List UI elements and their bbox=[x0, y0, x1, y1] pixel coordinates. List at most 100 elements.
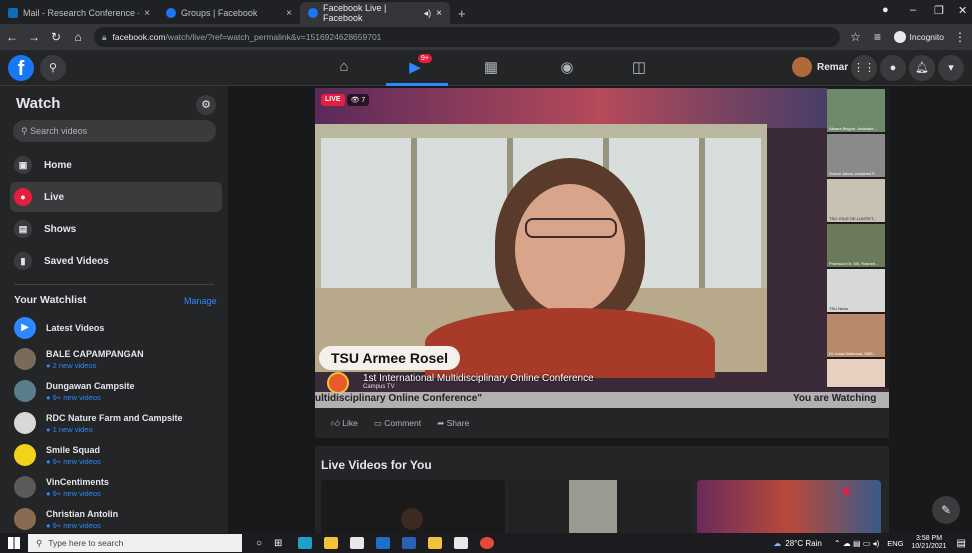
comment-button[interactable]: ▭ Comment bbox=[374, 418, 421, 429]
profile-chip[interactable]: Remar bbox=[792, 57, 848, 77]
teams-icon[interactable] bbox=[454, 537, 469, 549]
search-videos-input[interactable]: ⚲ Search videos bbox=[13, 120, 216, 142]
language-indicator[interactable]: ENG bbox=[887, 539, 903, 548]
close-icon[interactable]: × bbox=[286, 8, 292, 19]
notification-center-icon[interactable]: ▤ bbox=[957, 538, 966, 549]
close-icon[interactable]: × bbox=[144, 8, 150, 19]
watchlist-name: Latest Videos bbox=[46, 323, 105, 333]
home-nav-icon[interactable]: ⌂ bbox=[333, 58, 355, 78]
participant-tile: Afsana Begum, Assistant... bbox=[827, 89, 885, 132]
watchlist-item[interactable]: Dungawan Campsite ● 9+ new videos bbox=[14, 380, 135, 402]
speaker-body bbox=[425, 308, 715, 378]
watchlist-sub: ● 9+ new videos bbox=[46, 456, 101, 466]
speaker-face bbox=[515, 184, 625, 314]
marketplace-icon[interactable]: ▦ bbox=[480, 58, 502, 78]
participant-name: Afsana Begum, Assistant... bbox=[829, 126, 877, 131]
close-icon[interactable]: × bbox=[436, 8, 442, 19]
ticker-text-left: ultidisciplinary Online Conference" bbox=[315, 393, 482, 404]
watchlist-item[interactable]: BALE CAPAMPANGAN ● 2 new videos bbox=[14, 348, 144, 370]
live-video-thumbnail[interactable] bbox=[509, 480, 693, 533]
chrome-icon[interactable] bbox=[480, 537, 495, 549]
menu-grid-icon[interactable]: ⋮⋮ bbox=[851, 55, 877, 81]
account-dropdown-icon[interactable]: ▾ bbox=[938, 55, 964, 81]
close-window-icon[interactable]: ✕ bbox=[958, 4, 967, 17]
windows-start-icon[interactable] bbox=[8, 537, 20, 549]
incognito-indicator[interactable]: Incognito bbox=[893, 31, 944, 43]
live-video-player[interactable]: Afsana Begum, Assistant... Nusrat Jahan,… bbox=[315, 88, 889, 408]
reading-list-icon[interactable]: ≡ bbox=[872, 30, 884, 44]
sidebar-item-label: Shows bbox=[44, 223, 77, 235]
compose-icon: ✎ bbox=[940, 503, 952, 517]
minimize-icon[interactable]: – bbox=[910, 4, 916, 16]
share-button[interactable]: ➦ Share bbox=[437, 418, 469, 429]
live-videos-section: Live Videos for You bbox=[315, 446, 889, 533]
live-video-thumbnail[interactable] bbox=[697, 480, 881, 533]
watchlist-item[interactable]: Christian Antolin ● 9+ new videos bbox=[14, 508, 118, 530]
tray-icons[interactable]: ⌃ ☁ ▤ ▭ ◂) bbox=[834, 539, 879, 548]
explorer-icon[interactable] bbox=[324, 537, 339, 549]
search-icon[interactable]: ⚲ bbox=[40, 55, 66, 81]
share-icon: ➦ bbox=[437, 417, 445, 428]
sidebar-item-live[interactable]: ● Live bbox=[10, 182, 222, 212]
url-host: facebook.com bbox=[112, 32, 166, 42]
mail-icon[interactable] bbox=[376, 537, 391, 549]
live-label: LIVE bbox=[321, 94, 345, 106]
gaming-icon[interactable]: ◫ bbox=[628, 58, 650, 78]
watchlist-divider bbox=[14, 284, 214, 285]
taskbar-search-input[interactable]: ⚲ Type here to search bbox=[28, 534, 242, 552]
watchlist-name: VinCentiments bbox=[46, 476, 109, 487]
notifications-icon[interactable]: 🔔︎ bbox=[909, 55, 935, 81]
browser-tab-mail[interactable]: Mail - Research Conference - O × bbox=[0, 2, 158, 24]
watchlist-item[interactable]: Smile Squad ● 9+ new videos bbox=[14, 444, 101, 466]
task-view-icon[interactable]: ⊞ bbox=[274, 538, 282, 549]
facebook-logo[interactable]: f bbox=[8, 55, 34, 81]
url-field[interactable]: 🔒︎ facebook.com/watch/live/?ref=watch_pe… bbox=[94, 27, 840, 47]
new-tab-button[interactable]: + bbox=[450, 2, 474, 24]
edge-icon[interactable] bbox=[298, 537, 313, 549]
like-button[interactable]: 👍︎ Like bbox=[331, 418, 358, 429]
manage-link[interactable]: Manage bbox=[184, 296, 217, 306]
clock[interactable]: 3:58 PM 10/21/2021 bbox=[912, 535, 947, 551]
weather-widget[interactable]: ☁ 28°C Rain bbox=[773, 539, 822, 548]
watchlist-item[interactable]: VinCentiments ● 9+ new videos bbox=[14, 476, 109, 498]
back-icon[interactable]: ← bbox=[6, 30, 18, 44]
browser-tab-facebook-live[interactable]: Facebook Live | Facebook ◂) × bbox=[300, 2, 450, 24]
live-icon: ● bbox=[14, 188, 32, 206]
reload-icon[interactable]: ↻ bbox=[50, 30, 62, 44]
sidebar-item-shows[interactable]: ▤ Shows bbox=[10, 214, 222, 244]
profile-dot-icon[interactable]: ● bbox=[882, 4, 889, 16]
browser-tab-groups[interactable]: Groups | Facebook × bbox=[158, 2, 300, 24]
star-icon[interactable]: ☆ bbox=[850, 30, 862, 44]
live-video-thumbnail[interactable] bbox=[321, 480, 505, 533]
viewer-count: 👁︎ 7 bbox=[346, 94, 370, 106]
clock-date: 10/21/2021 bbox=[911, 543, 947, 550]
watchlist-sub: ● 1 new video bbox=[46, 424, 93, 434]
word-icon[interactable] bbox=[402, 537, 417, 549]
restore-icon[interactable]: ❐ bbox=[934, 4, 944, 17]
participant-tile: Professor Dr. Md. Rashed... bbox=[827, 224, 885, 267]
participants-strip: Afsana Begum, Assistant... Nusrat Jahan,… bbox=[827, 88, 889, 388]
messenger-icon[interactable]: ● bbox=[880, 55, 906, 81]
watchlist-item[interactable]: ▶ Latest Videos bbox=[14, 317, 104, 339]
watchlist-item[interactable]: RDC Nature Farm and Campsite ● 1 new vid… bbox=[14, 412, 183, 434]
settings-gear-icon[interactable]: ⚙ bbox=[196, 95, 216, 115]
watchlist-name: Christian Antolin bbox=[46, 508, 119, 519]
home-tv-icon: ▣ bbox=[14, 156, 32, 174]
home-icon[interactable]: ⌂ bbox=[72, 30, 84, 44]
groups-icon[interactable]: ◉ bbox=[556, 58, 578, 78]
forward-icon[interactable]: → bbox=[28, 30, 40, 44]
participant-name: Dr. Imran Mahmud, SME... bbox=[829, 351, 877, 356]
powerpoint-icon[interactable] bbox=[428, 537, 443, 549]
search-placeholder: Search videos bbox=[30, 126, 88, 136]
avatar bbox=[14, 348, 36, 370]
thumbs-up-icon: 👍︎ bbox=[331, 417, 340, 428]
sidebar-item-label: Live bbox=[44, 191, 65, 203]
sidebar-item-saved[interactable]: ▮ Saved Videos bbox=[10, 246, 222, 276]
comment-icon: ▭ bbox=[373, 417, 382, 428]
thumb-person bbox=[401, 508, 423, 530]
cortana-icon[interactable]: ○ bbox=[256, 538, 262, 549]
sidebar-item-home[interactable]: ▣ Home bbox=[10, 150, 222, 180]
new-message-button[interactable]: ✎ bbox=[932, 496, 960, 524]
menu-icon[interactable]: ⋮ bbox=[954, 30, 966, 44]
store-icon[interactable] bbox=[350, 537, 365, 549]
